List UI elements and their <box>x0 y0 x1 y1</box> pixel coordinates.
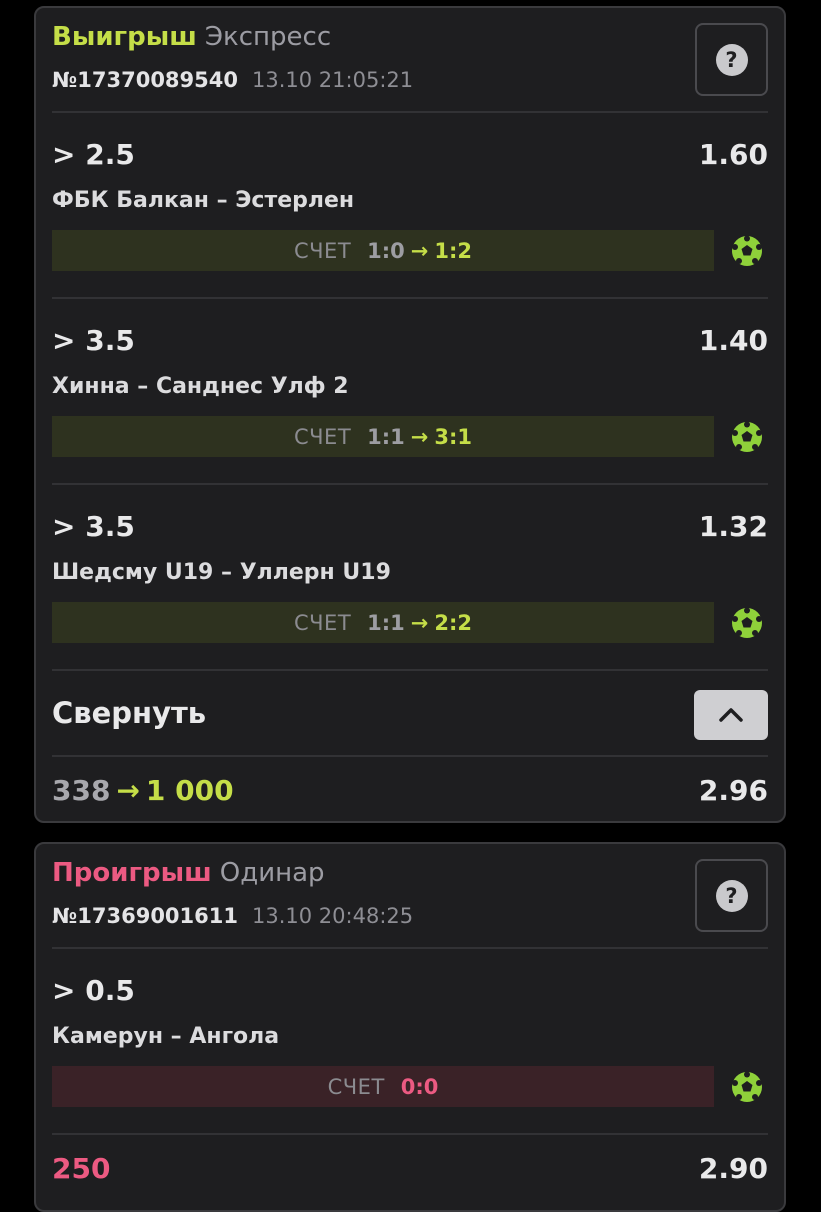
ticket-number: №17369001611 <box>52 904 238 928</box>
score-to: 3:1 <box>434 424 472 449</box>
score-label: СЧЕТ <box>327 1074 385 1099</box>
stake-payout: 338 → 1 000 <box>52 774 234 807</box>
score-from: 1:0 <box>367 238 405 263</box>
selection-market: > 3.5 <box>52 510 135 543</box>
divider <box>52 1133 768 1135</box>
divider <box>52 297 768 299</box>
bet-header-title: Проигрыш Одинар <box>52 858 325 888</box>
help-button[interactable]: ? <box>695 23 768 96</box>
total-odds: 2.90 <box>698 1152 768 1185</box>
selection-market: > 0.5 <box>52 974 135 1007</box>
selection-match: ФБК Балкан – Эстерлен <box>52 188 355 213</box>
collapse-button[interactable] <box>694 690 768 740</box>
divider <box>52 755 768 757</box>
bet-type: Экспресс <box>204 22 332 52</box>
stake-amount: 338 <box>52 774 111 807</box>
question-circle-icon: ? <box>715 879 748 912</box>
ticket-number: №17370089540 <box>52 68 238 92</box>
stake-amount: 250 <box>52 1152 111 1185</box>
bet-card-single: Проигрыш Одинар №17369001611 13.10 20:48:2… <box>34 842 786 1212</box>
help-button[interactable]: ? <box>695 859 768 932</box>
arrow-right-icon: → <box>116 774 140 807</box>
arrow-right-icon: → <box>410 238 429 263</box>
divider <box>52 669 768 671</box>
soccer-ball-icon <box>732 1071 762 1102</box>
selection-odds: 1.32 <box>698 510 768 543</box>
selection-market: > 3.5 <box>52 324 135 357</box>
score-bar: СЧЕТ 1:0 → 1:2 <box>52 230 714 271</box>
score-from: 1:1 <box>367 424 405 449</box>
score-final: 0:0 <box>400 1074 439 1099</box>
ticket-datetime: 13.10 20:48:25 <box>252 904 414 928</box>
ticket-datetime: 13.10 21:05:21 <box>252 68 414 92</box>
arrow-right-icon: → <box>410 424 429 449</box>
divider <box>52 947 768 949</box>
score-label: СЧЕТ <box>293 424 352 449</box>
score-to: 1:2 <box>434 238 472 263</box>
selection-match: Хинна – Санднес Улф 2 <box>52 374 349 399</box>
bet-type: Одинар <box>219 858 325 888</box>
score-bar: СЧЕТ 1:1 → 2:2 <box>52 602 714 643</box>
score-bar: СЧЕТ 1:1 → 3:1 <box>52 416 714 457</box>
ticket-info: №17370089540 13.10 21:05:21 <box>52 68 413 92</box>
chevron-up-icon <box>719 708 743 722</box>
selection-match: Шедсму U19 – Уллерн U19 <box>52 560 391 585</box>
selection-odds: 1.60 <box>698 138 768 171</box>
soccer-ball-icon <box>732 421 762 452</box>
collapse-label[interactable]: Свернуть <box>52 696 206 730</box>
score-label: СЧЕТ <box>293 610 352 635</box>
ticket-info: №17369001611 13.10 20:48:25 <box>52 904 413 928</box>
bet-status: Выигрыш <box>52 22 197 52</box>
arrow-right-icon: → <box>410 610 429 635</box>
bet-card-express: Выигрыш Экспресс №17370089540 13.10 21:05:… <box>34 6 786 823</box>
selection-odds: 1.40 <box>698 324 768 357</box>
selection-market: > 2.5 <box>52 138 135 171</box>
bet-status: Проигрыш <box>52 858 212 888</box>
score-from: 1:1 <box>367 610 405 635</box>
bet-header-title: Выигрыш Экспресс <box>52 22 331 52</box>
soccer-ball-icon <box>732 235 762 266</box>
soccer-ball-icon <box>732 607 762 638</box>
selection-match: Камерун – Ангола <box>52 1024 280 1049</box>
payout-amount: 1 000 <box>145 774 234 807</box>
score-label: СЧЕТ <box>293 238 352 263</box>
divider <box>52 111 768 113</box>
question-circle-icon: ? <box>715 43 748 76</box>
divider <box>52 483 768 485</box>
total-odds: 2.96 <box>698 774 768 807</box>
score-bar: СЧЕТ 0:0 <box>52 1066 714 1107</box>
score-to: 2:2 <box>434 610 472 635</box>
